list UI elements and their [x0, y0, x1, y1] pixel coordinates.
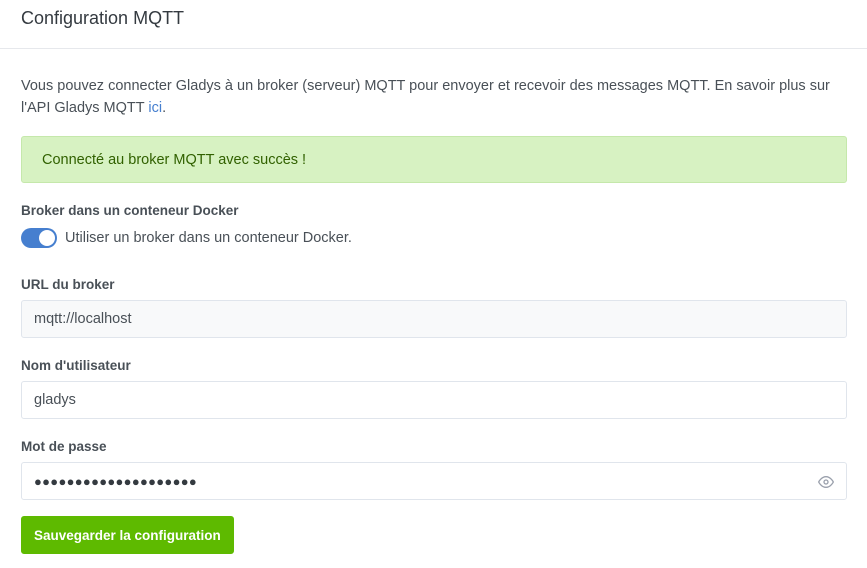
username-group: Nom d'utilisateur	[21, 358, 847, 419]
username-label: Nom d'utilisateur	[21, 358, 131, 373]
intro-suffix: .	[162, 100, 167, 116]
docker-toggle-label[interactable]: Utiliser un broker dans un conteneur Doc…	[65, 230, 352, 246]
url-label: URL du broker	[21, 277, 115, 292]
password-group: Mot de passe ●●●●●●●●●●●●●●●●●●●●	[21, 439, 847, 500]
docker-label: Broker dans un conteneur Docker	[21, 203, 239, 218]
intro-text: Vous pouvez connecter Gladys à un broker…	[21, 78, 830, 116]
save-button[interactable]: Sauvegarder la configuration	[21, 516, 234, 554]
url-group: URL du broker	[21, 277, 847, 338]
username-input[interactable]	[22, 382, 846, 418]
url-input[interactable]	[22, 301, 846, 337]
password-label: Mot de passe	[21, 439, 107, 454]
docker-toggle[interactable]	[21, 228, 57, 248]
docs-link[interactable]: ici	[148, 100, 162, 116]
card-body: Vous pouvez connecter Gladys à un broker…	[0, 75, 867, 554]
toggle-knob	[39, 230, 55, 246]
url-input-wrap	[21, 300, 847, 338]
alert-text: Connecté au broker MQTT avec succès !	[42, 151, 307, 168]
page-title: Configuration MQTT	[21, 7, 185, 28]
card-header: Configuration MQTT	[0, 0, 867, 49]
intro-paragraph: Vous pouvez connecter Gladys à un broker…	[21, 75, 841, 119]
password-input-wrap[interactable]: ●●●●●●●●●●●●●●●●●●●●	[21, 462, 847, 500]
eye-icon[interactable]	[818, 474, 834, 490]
mqtt-config-card: Configuration MQTT Vous pouvez connecter…	[0, 0, 867, 568]
docker-toggle-row: Utiliser un broker dans un conteneur Doc…	[21, 227, 847, 249]
username-input-wrap	[21, 381, 847, 419]
success-alert: Connecté au broker MQTT avec succès !	[21, 136, 847, 183]
password-input[interactable]: ●●●●●●●●●●●●●●●●●●●●	[34, 463, 197, 499]
docker-group: Broker dans un conteneur Docker Utiliser…	[21, 203, 847, 249]
